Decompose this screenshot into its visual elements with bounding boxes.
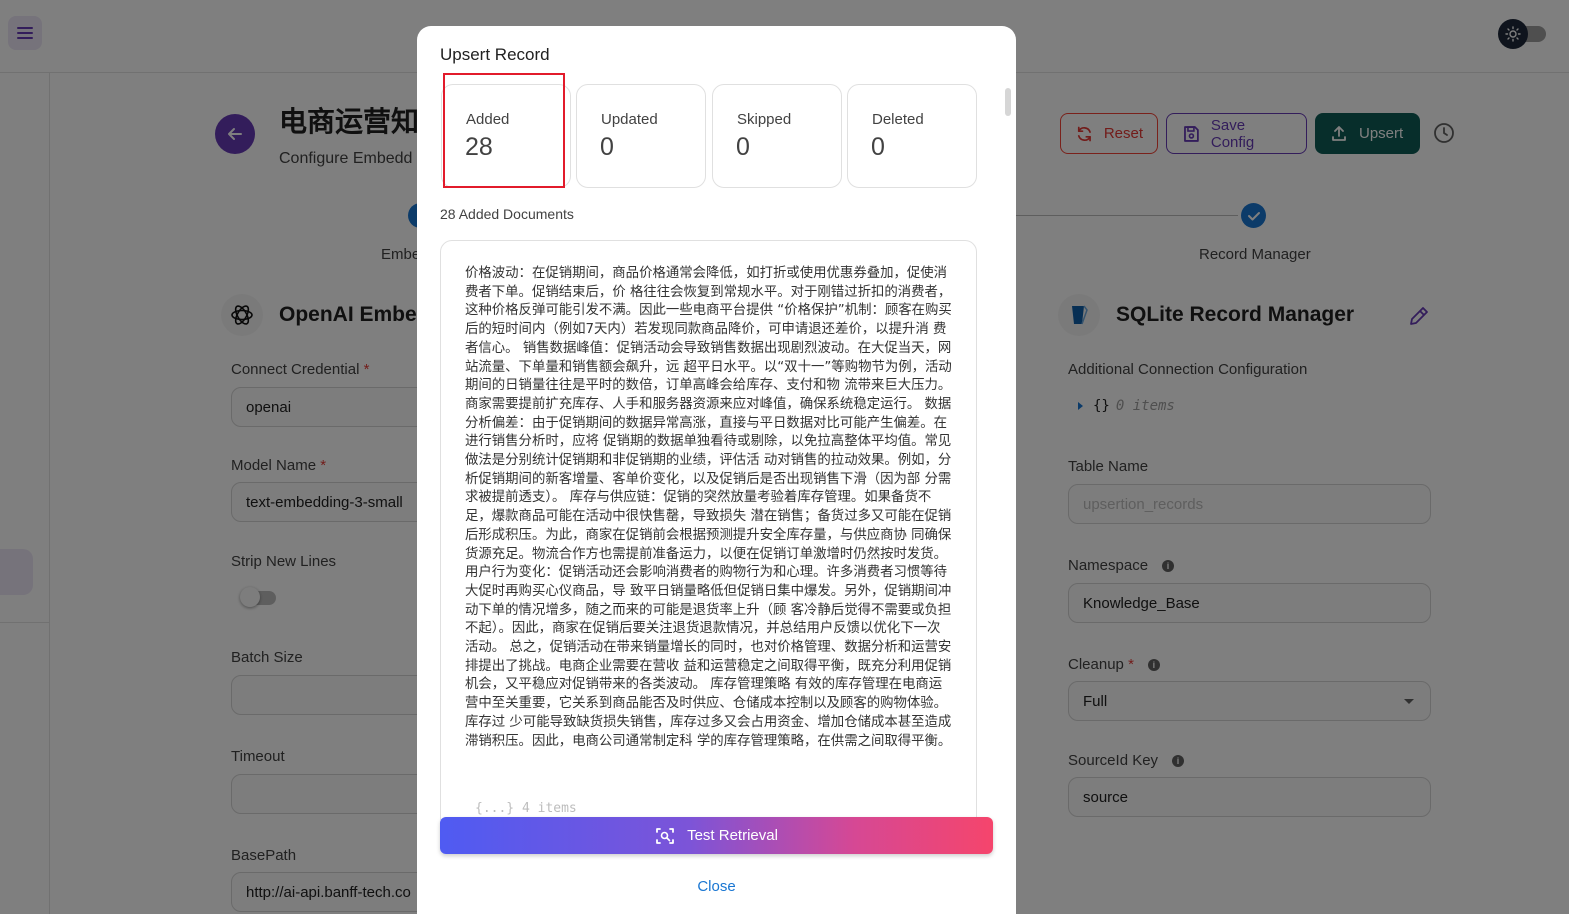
upsert-record-dialog: Upsert Record Added 28 Updated 0 Skipped… [417,26,1016,914]
added-documents-label: 28 Added Documents [440,206,574,222]
scan-search-icon [656,827,674,844]
test-retrieval-label: Test Retrieval [687,827,778,844]
stat-value: 0 [600,133,614,161]
stat-card-skipped: Skipped 0 [712,84,842,188]
stat-label: Updated [601,111,658,128]
test-retrieval-button[interactable]: Test Retrieval [440,817,993,854]
dialog-title: Upsert Record [440,45,550,64]
dialog-scrollbar[interactable] [1005,88,1011,116]
document-metadata[interactable]: {...} 4 items [475,801,577,816]
stat-card-deleted: Deleted 0 [847,84,977,188]
stat-value: 0 [736,133,750,161]
stat-card-updated: Updated 0 [576,84,706,188]
highlight-box [443,73,565,188]
close-button[interactable]: Close [417,878,1016,895]
document-content: 价格波动：在促销期间，商品价格通常会降低，如打折或使用优惠券叠加，促使消费者下单… [465,266,952,749]
stat-label: Skipped [737,111,792,128]
document-card: 价格波动：在促销期间，商品价格通常会降低，如打折或使用优惠券叠加，促使消费者下单… [440,240,977,820]
stat-label: Deleted [872,111,924,128]
stat-value: 0 [871,133,885,161]
